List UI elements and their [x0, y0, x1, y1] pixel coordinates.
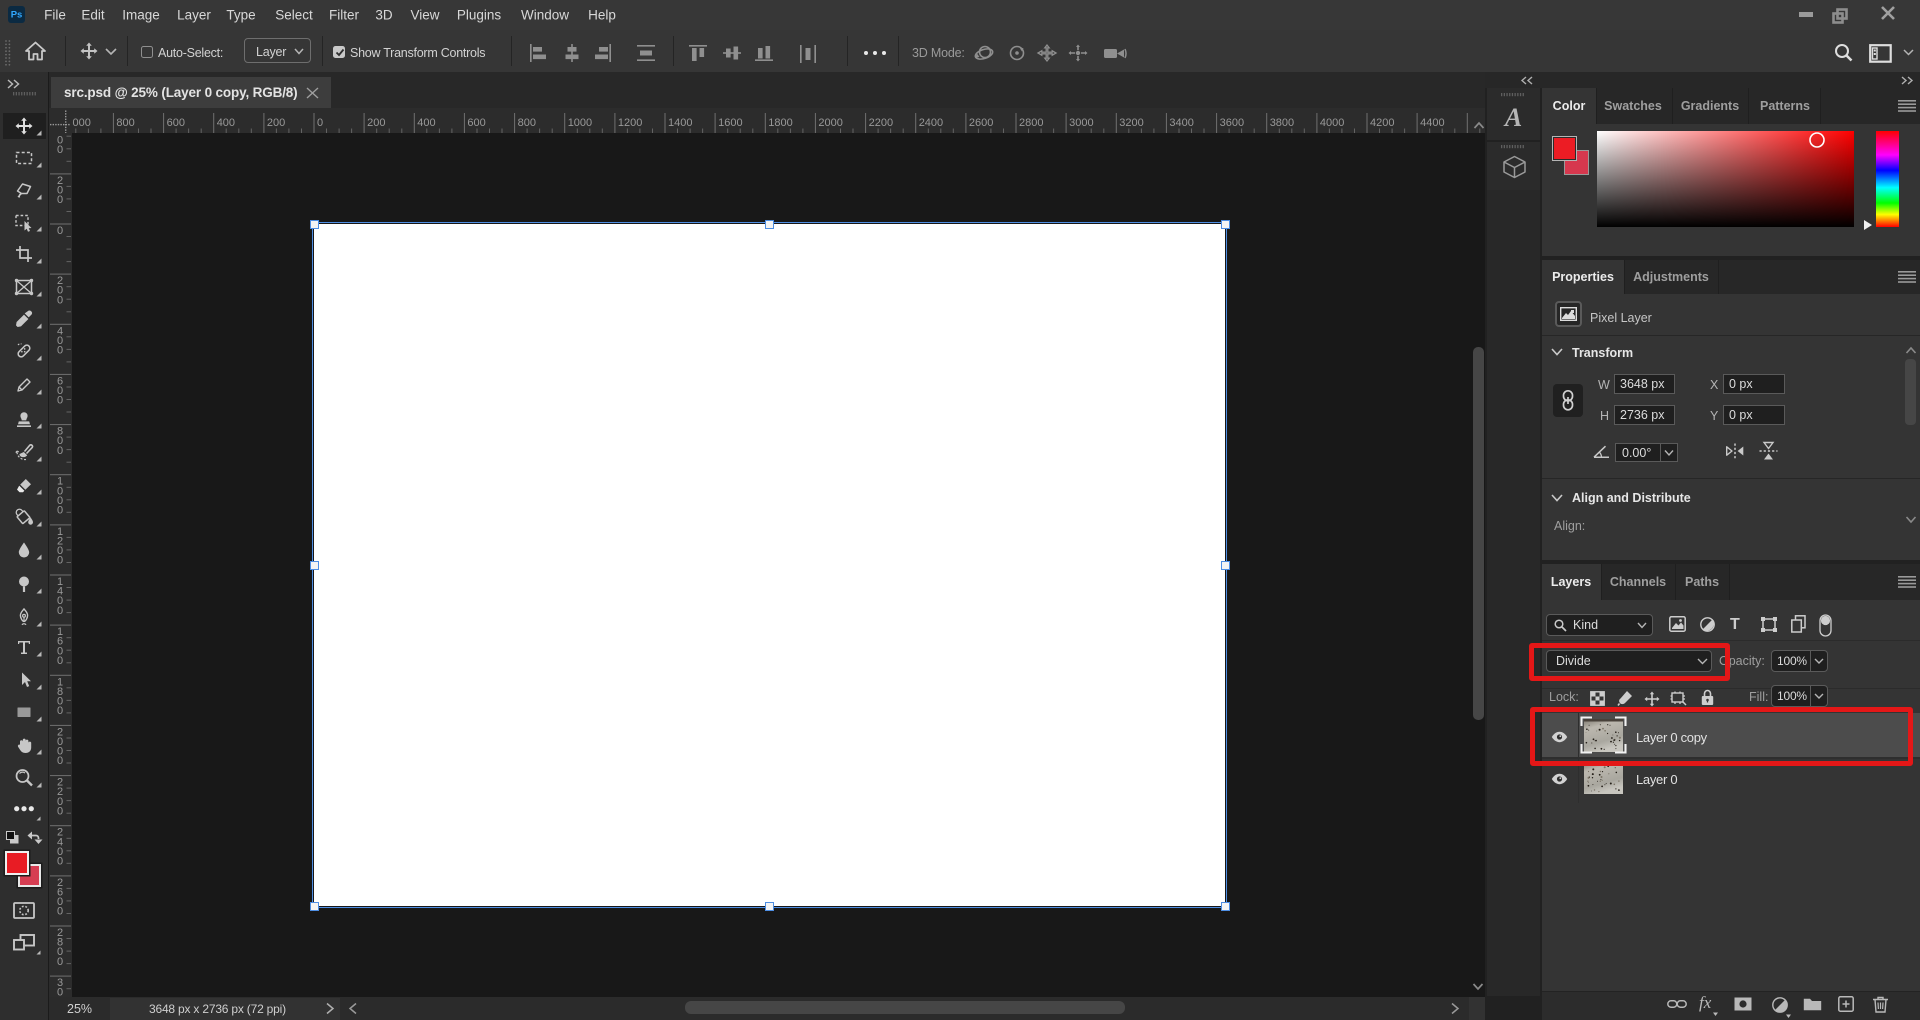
svg-text:0: 0	[57, 956, 63, 968]
svg-text:0: 0	[57, 345, 63, 357]
svg-text:0: 0	[57, 705, 63, 717]
svg-text:800: 800	[116, 117, 134, 129]
svg-text:0: 0	[57, 805, 63, 817]
svg-text:0: 0	[57, 395, 63, 407]
svg-text:200: 200	[267, 117, 285, 129]
svg-text:1800: 1800	[768, 117, 792, 129]
svg-text:0: 0	[317, 117, 323, 129]
svg-text:1600: 1600	[718, 117, 742, 129]
svg-text:0: 0	[57, 294, 63, 306]
svg-text:2000: 2000	[818, 117, 842, 129]
svg-text:2800: 2800	[1019, 117, 1043, 129]
svg-text:1400: 1400	[668, 117, 692, 129]
svg-text:600: 600	[167, 117, 185, 129]
svg-text:2200: 2200	[869, 117, 893, 129]
svg-text:4400: 4400	[1420, 117, 1444, 129]
svg-text:0: 0	[57, 144, 63, 156]
svg-text:0: 0	[57, 445, 63, 457]
svg-text:2400: 2400	[919, 117, 943, 129]
svg-text:800: 800	[518, 117, 536, 129]
svg-text:0: 0	[57, 605, 63, 617]
svg-text:3000: 3000	[1069, 117, 1093, 129]
svg-text:2600: 2600	[969, 117, 993, 129]
svg-text:0: 0	[57, 906, 63, 918]
svg-text:400: 400	[417, 117, 435, 129]
svg-text:1000: 1000	[568, 117, 592, 129]
svg-text:200: 200	[367, 117, 385, 129]
svg-text:3400: 3400	[1169, 117, 1193, 129]
svg-text:3800: 3800	[1270, 117, 1294, 129]
svg-text:1200: 1200	[618, 117, 642, 129]
svg-text:000: 000	[73, 117, 91, 129]
svg-text:0: 0	[57, 555, 63, 567]
svg-text:0: 0	[57, 225, 63, 237]
svg-text:0: 0	[57, 856, 63, 868]
svg-text:4000: 4000	[1320, 117, 1344, 129]
svg-text:0: 0	[57, 194, 63, 206]
svg-text:600: 600	[467, 117, 485, 129]
svg-text:4200: 4200	[1370, 117, 1394, 129]
svg-text:0: 0	[57, 505, 63, 517]
svg-text:3200: 3200	[1119, 117, 1143, 129]
svg-text:400: 400	[217, 117, 235, 129]
svg-text:0: 0	[57, 655, 63, 667]
svg-text:3600: 3600	[1220, 117, 1244, 129]
svg-text:0: 0	[57, 755, 63, 767]
